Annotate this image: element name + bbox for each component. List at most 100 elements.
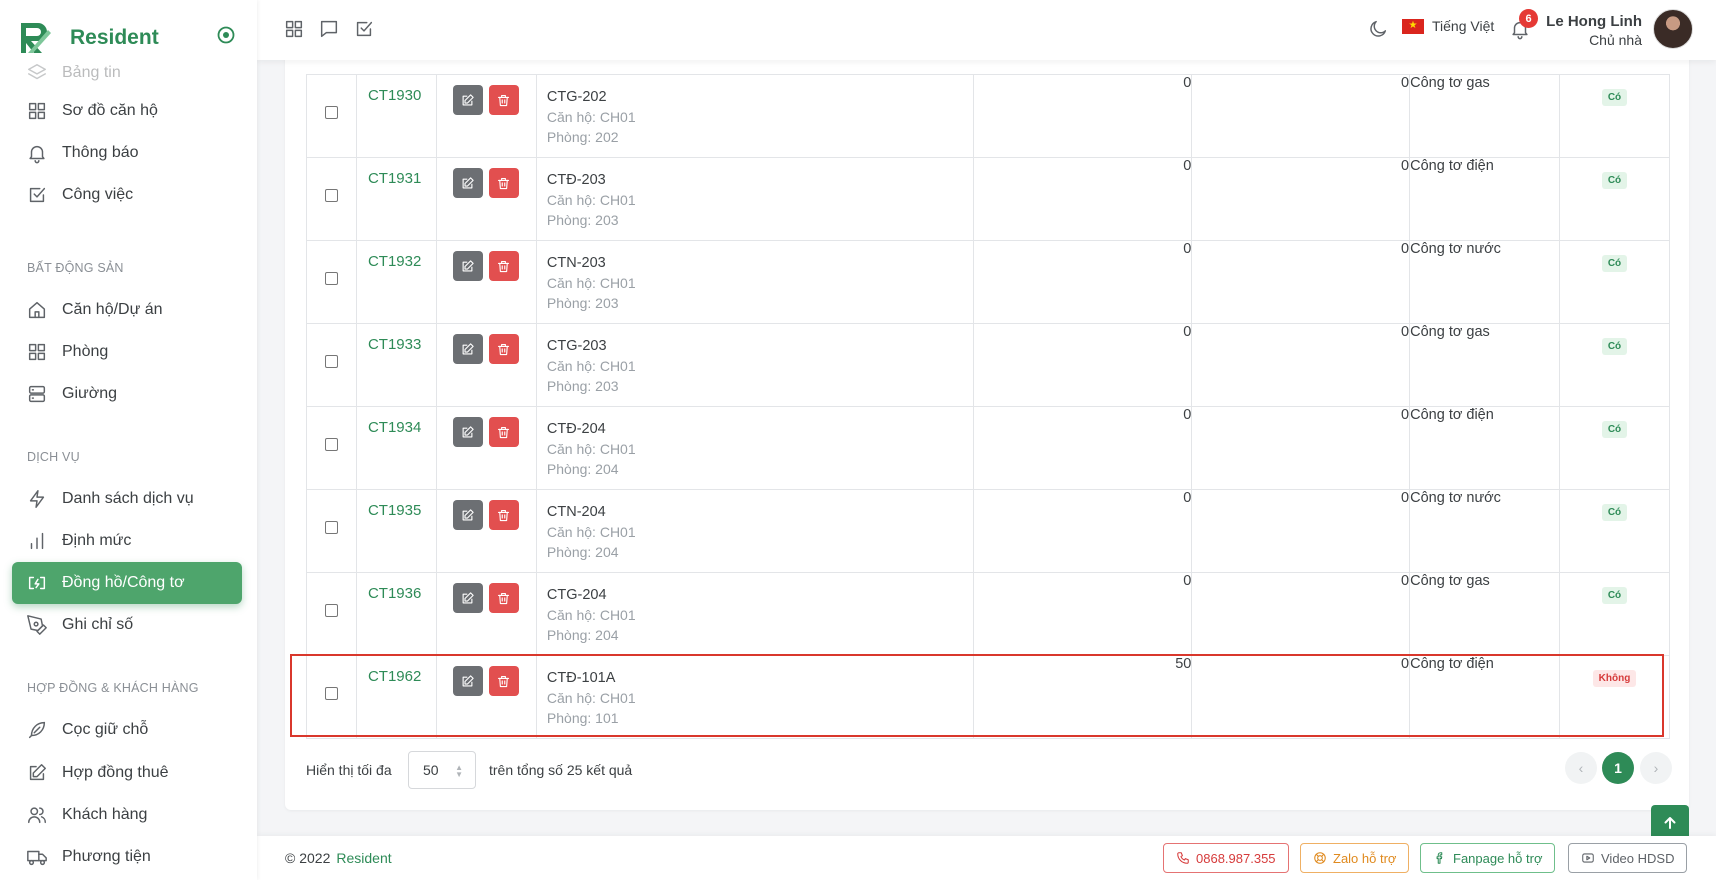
row-checkbox[interactable]: [324, 189, 338, 202]
sidebar-item-dashboard[interactable]: Bảng tin: [12, 60, 242, 86]
next-page-button[interactable]: ›: [1640, 752, 1672, 784]
page-1-button[interactable]: 1: [1602, 752, 1634, 784]
meter-room: Phòng: 203: [546, 378, 619, 394]
meter-room: Phòng: 203: [546, 212, 619, 228]
sidebar-item-apartments[interactable]: Căn hộ/Dự án: [12, 289, 242, 331]
sidebar-item-vehicles[interactable]: Phương tiện: [12, 836, 242, 878]
actions-cell: [435, 157, 537, 241]
sidebar-item-apartment-map[interactable]: Sơ đồ căn hộ: [12, 90, 242, 132]
sidebar-item-label: Hợp đồng thuê: [62, 764, 169, 781]
delete-button[interactable]: [488, 583, 519, 613]
row-checkbox[interactable]: [324, 604, 338, 617]
meter-code-link[interactable]: CT1931: [357, 158, 436, 187]
avatar[interactable]: [1653, 9, 1693, 49]
sidebar-item-label: Đồng hồ/Công tơ: [62, 574, 185, 591]
delete-button[interactable]: [488, 417, 519, 447]
notification-count-badge: 6: [1519, 9, 1538, 28]
sidebar-item-norms[interactable]: Định mức: [12, 520, 242, 562]
sidebar-item-customers[interactable]: Khách hàng: [12, 794, 242, 836]
meter-value-2: 0: [1191, 489, 1411, 573]
footer-brand-link[interactable]: Resident: [336, 850, 391, 866]
sidebar-item-meter-reading[interactable]: Ghi chỉ số: [12, 604, 242, 646]
delete-button[interactable]: [488, 251, 519, 281]
row-checkbox[interactable]: [324, 438, 338, 451]
meter-code-link[interactable]: CT1933: [357, 324, 436, 353]
edit-button[interactable]: [452, 334, 483, 364]
meter-type: Công tơ gas: [1409, 572, 1560, 656]
table-row[interactable]: CT1935 CTN-204 Căn hộ: CH01 Phòng: 204 0 0 Côn…: [306, 489, 1670, 573]
user-name[interactable]: Le Hong Linh: [1546, 13, 1642, 30]
language-switcher[interactable]: ★ Tiếng Việt: [1402, 18, 1494, 34]
meter-code-cell: CT1934: [355, 406, 437, 490]
vietnam-flag-icon: ★: [1402, 18, 1424, 34]
chat-icon[interactable]: [318, 18, 340, 40]
table-row[interactable]: CT1936 CTG-204 Căn hộ: CH01 Phòng: 204 0 0 Côn…: [306, 572, 1670, 656]
meter-value-1: 0: [972, 157, 1193, 241]
fanpage-support-button[interactable]: Fanpage hỗ trợ: [1420, 843, 1556, 873]
brand[interactable]: Resident: [18, 20, 159, 56]
meter-code-link[interactable]: CT1934: [357, 407, 436, 436]
video-icon: [1582, 853, 1594, 863]
table-row[interactable]: CT1962 CTĐ-101A Căn hộ: CH01 Phòng: 101 50 0 C…: [306, 655, 1670, 739]
table-row[interactable]: CT1930 CTG-202 Căn hộ: CH01 Phòng: 202 0 0 Côn…: [306, 74, 1670, 158]
edit-button[interactable]: [452, 583, 483, 613]
sidebar: Resident Bảng tin Sơ đồ căn hộ Thông báo…: [0, 0, 257, 880]
delete-button[interactable]: [488, 85, 519, 115]
moon-icon[interactable]: [1367, 18, 1389, 40]
sidebar-item-deposits[interactable]: Cọc giữ chỗ: [12, 709, 242, 751]
row-checkbox[interactable]: [324, 355, 338, 368]
delete-button[interactable]: [488, 334, 519, 364]
collapse-sidebar-icon[interactable]: [216, 25, 236, 45]
sidebar-item-beds[interactable]: Giường: [12, 373, 242, 415]
edit-button[interactable]: [452, 85, 483, 115]
status-badge: Không: [1592, 670, 1637, 687]
row-checkbox[interactable]: [324, 106, 338, 119]
edit-button[interactable]: [452, 251, 483, 281]
apps-grid-icon[interactable]: [283, 18, 305, 40]
table-row[interactable]: CT1932 CTN-203 Căn hộ: CH01 Phòng: 203 0 0 Côn…: [306, 240, 1670, 324]
meter-value-2: 0: [1191, 157, 1411, 241]
row-checkbox[interactable]: [324, 521, 338, 534]
task-check-icon[interactable]: [353, 18, 375, 40]
meter-code-link[interactable]: CT1962: [357, 656, 436, 685]
edit-button[interactable]: [452, 500, 483, 530]
sidebar-item-leases[interactable]: Hợp đồng thuê: [12, 752, 242, 794]
meter-code-link[interactable]: CT1932: [357, 241, 436, 270]
fanpage-label: Fanpage hỗ trợ: [1453, 850, 1543, 866]
prev-page-button[interactable]: ‹: [1565, 752, 1597, 784]
zalo-support-button[interactable]: Zalo hỗ trợ: [1300, 843, 1410, 873]
trash-icon: [498, 592, 510, 604]
sidebar-item-label: Phòng: [62, 343, 109, 360]
page-size-select[interactable]: 50 ▲ ▼: [408, 751, 476, 789]
delete-button[interactable]: [488, 666, 519, 696]
edit-button[interactable]: [452, 666, 483, 696]
table-row[interactable]: CT1933 CTG-203 Căn hộ: CH01 Phòng: 203 0 0 Côn…: [306, 323, 1670, 407]
sidebar-item-service-list[interactable]: Danh sách dịch vụ: [12, 478, 242, 520]
meter-room: Phòng: 204: [546, 461, 619, 477]
sidebar-item-notifications[interactable]: Thông báo: [12, 132, 242, 174]
meter-info-cell: CTĐ-204 Căn hộ: CH01 Phòng: 204: [535, 406, 974, 490]
video-guide-button[interactable]: Video HDSD: [1568, 843, 1688, 873]
meter-code-link[interactable]: CT1936: [357, 573, 436, 602]
delete-button[interactable]: [488, 168, 519, 198]
sidebar-item-tasks[interactable]: Công việc: [12, 174, 242, 216]
meter-code-link[interactable]: CT1930: [357, 75, 436, 104]
edit-button[interactable]: [452, 417, 483, 447]
table-row[interactable]: CT1934 CTĐ-204 Căn hộ: CH01 Phòng: 204 0 0 Côn…: [306, 406, 1670, 490]
hotline-button[interactable]: 0868.987.355: [1163, 843, 1289, 873]
row-checkbox[interactable]: [324, 687, 338, 700]
edit-button[interactable]: [452, 168, 483, 198]
meter-code-cell: CT1962: [355, 655, 437, 739]
row-checkbox[interactable]: [324, 272, 338, 285]
sidebar-item-rooms[interactable]: Phòng: [12, 331, 242, 373]
sidebar-item-meters[interactable]: Đồng hồ/Công tơ: [12, 562, 242, 604]
meter-name: CTG-204: [546, 587, 607, 603]
row-select-cell: [306, 655, 357, 739]
sidebar-item-label: Ghi chỉ số: [62, 616, 134, 633]
meter-value-2: 0: [1191, 240, 1411, 324]
edit-icon: [463, 425, 475, 437]
meter-code-link[interactable]: CT1935: [357, 490, 436, 519]
delete-button[interactable]: [488, 500, 519, 530]
table-row[interactable]: CT1931 CTĐ-203 Căn hộ: CH01 Phòng: 203 0 0 Côn…: [306, 157, 1670, 241]
meter-code-cell: CT1930: [355, 74, 437, 158]
